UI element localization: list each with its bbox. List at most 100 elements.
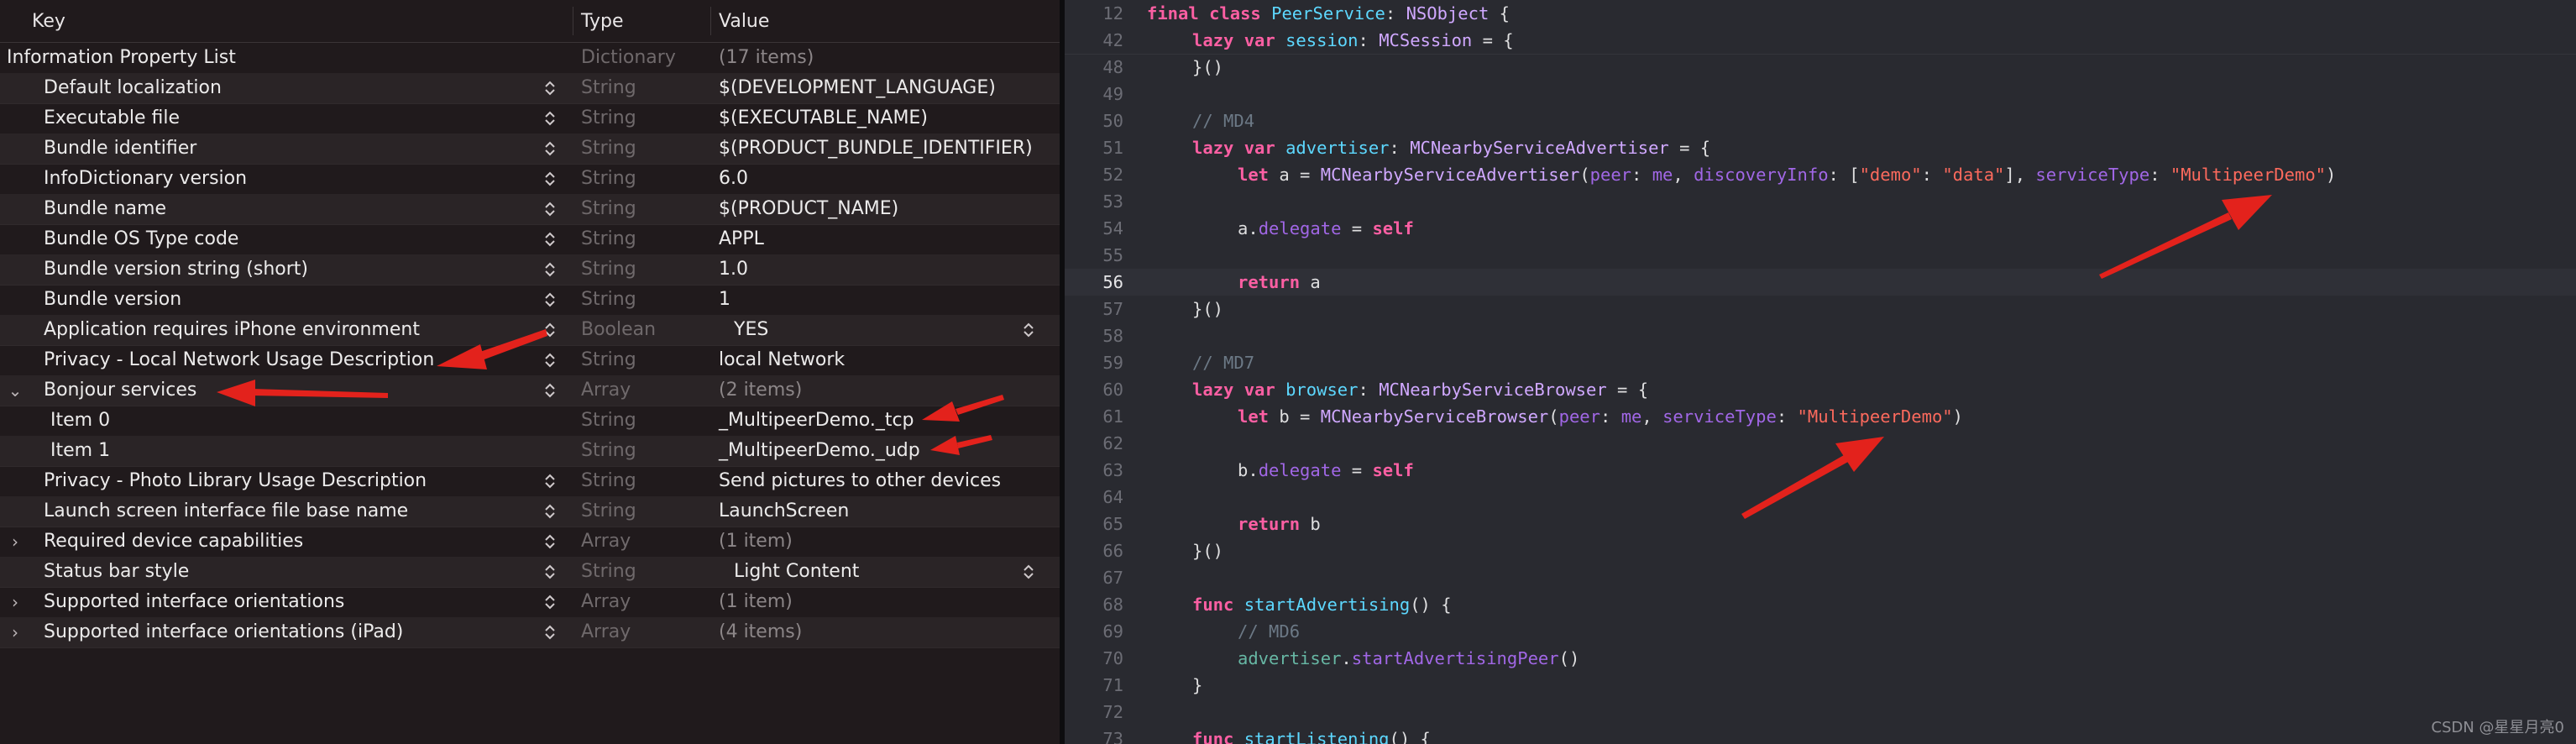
code-line[interactable]: 51 lazy var advertiser: MCNearbyServiceAd… [1065, 134, 2576, 161]
key-stepper-icon[interactable] [542, 103, 558, 134]
key-stepper-icon[interactable] [542, 527, 558, 557]
plist-key[interactable]: Required device capabilities [44, 527, 303, 557]
plist-key[interactable]: Bundle version [44, 285, 181, 315]
plist-row[interactable]: Privacy - Photo Library Usage Descriptio… [0, 466, 1060, 497]
plist-value[interactable]: $(PRODUCT_NAME) [719, 194, 898, 224]
plist-row[interactable]: Launch screen interface file base name St… [0, 496, 1060, 527]
code-line[interactable]: 62 [1065, 430, 2576, 457]
plist-value[interactable]: Send pictures to other devices [719, 466, 1001, 496]
key-stepper-icon[interactable] [542, 496, 558, 527]
key-stepper-icon[interactable] [542, 587, 558, 617]
plist-key[interactable]: Privacy - Photo Library Usage Descriptio… [44, 466, 427, 496]
plist-key[interactable]: Application requires iPhone environment [44, 315, 420, 345]
code-line[interactable]: 54 a.delegate = self [1065, 215, 2576, 242]
plist-type[interactable]: Array [581, 587, 631, 617]
plist-row[interactable]: Status bar style String Light Content [0, 557, 1060, 588]
plist-type[interactable]: Array [581, 617, 631, 647]
plist-type[interactable]: Array [581, 527, 631, 557]
plist-row[interactable]: Bundle name String $(PRODUCT_NAME) [0, 194, 1060, 225]
plist-key[interactable]: InfoDictionary version [44, 164, 247, 194]
plist-key[interactable]: Privacy - Local Network Usage Descriptio… [44, 345, 434, 375]
code-line[interactable]: 60 lazy var browser: MCNearbyServiceBrows… [1065, 376, 2576, 403]
plist-type[interactable]: String [581, 496, 636, 527]
key-column-header[interactable]: Key [32, 0, 65, 42]
plist-key[interactable]: Item 0 [50, 406, 110, 436]
plist-row[interactable]: InfoDictionary version String 6.0 [0, 164, 1060, 195]
plist-value[interactable]: Light Content [734, 557, 859, 587]
plist-value[interactable]: 6.0 [719, 164, 748, 194]
chevron-right-icon[interactable]: › [7, 527, 24, 557]
plist-type[interactable]: String [581, 557, 636, 587]
code-line[interactable]: 52 let a = MCNearbyServiceAdvertiser(peer… [1065, 161, 2576, 188]
key-stepper-icon[interactable] [542, 224, 558, 254]
plist-row[interactable]: › Required device capabilities Array (1 ite… [0, 527, 1060, 558]
chevron-down-icon[interactable]: ⌄ [7, 375, 24, 406]
code-line[interactable]: 57}() [1065, 296, 2576, 322]
code-line[interactable]: 63 b.delegate = self [1065, 457, 2576, 484]
plist-type[interactable]: String [581, 103, 636, 134]
plist-value[interactable]: (1 item) [719, 587, 793, 617]
key-stepper-icon[interactable] [542, 315, 558, 345]
chevron-right-icon[interactable]: › [7, 587, 24, 617]
plist-type[interactable]: String [581, 73, 636, 103]
code-line[interactable]: 42 lazy var session: MCSession = { [1065, 27, 2576, 55]
plist-value[interactable]: (4 items) [719, 617, 802, 647]
code-line[interactable]: 68 func startAdvertising() { [1065, 591, 2576, 618]
key-stepper-icon[interactable] [542, 194, 558, 224]
plist-type[interactable]: String [581, 224, 636, 254]
plist-row[interactable]: Bundle version string (short) String 1.0 [0, 254, 1060, 286]
plist-key[interactable]: Information Property List [7, 43, 236, 73]
plist-key[interactable]: Default localization [44, 73, 222, 103]
code-line[interactable]: 50 // MD4 [1065, 107, 2576, 134]
code-line[interactable]: 48}() [1065, 54, 2576, 81]
plist-key[interactable]: Launch screen interface file base name [44, 496, 408, 527]
plist-key[interactable]: Bonjour services [44, 375, 196, 406]
plist-value[interactable]: 1 [719, 285, 730, 315]
code-line[interactable]: 56 return a [1065, 269, 2576, 296]
plist-type[interactable]: String [581, 194, 636, 224]
key-stepper-icon[interactable] [542, 254, 558, 285]
key-stepper-icon[interactable] [542, 557, 558, 587]
plist-type[interactable]: Boolean [581, 315, 656, 345]
plist-type[interactable]: String [581, 134, 636, 164]
plist-row[interactable]: Default localization String $(DEVELOPMENT_… [0, 73, 1060, 104]
code-line[interactable]: 59 // MD7 [1065, 349, 2576, 376]
plist-row[interactable]: Bundle version String 1 [0, 285, 1060, 316]
plist-key[interactable]: Supported interface orientations [44, 587, 344, 617]
plist-row[interactable]: Item 1 String _MultipeerDemo._udp [0, 436, 1060, 467]
plist-type[interactable]: String [581, 406, 636, 436]
plist-key[interactable]: Bundle identifier [44, 134, 196, 164]
plist-type[interactable]: String [581, 466, 636, 496]
plist-value[interactable]: (1 item) [719, 527, 793, 557]
value-popup-icon[interactable] [1021, 315, 1036, 345]
value-column-header[interactable]: Value [719, 0, 769, 42]
plist-type[interactable]: String [581, 285, 636, 315]
plist-key[interactable]: Executable file [44, 103, 180, 134]
plist-row[interactable]: Executable file String $(EXECUTABLE_NAME) [0, 103, 1060, 134]
plist-row[interactable]: ⌄ Bonjour services Array (2 items) [0, 375, 1060, 406]
plist-key[interactable]: Bundle OS Type code [44, 224, 238, 254]
plist-value[interactable]: LaunchScreen [719, 496, 849, 527]
code-line[interactable]: 65 return b [1065, 511, 2576, 537]
plist-key[interactable]: Item 1 [50, 436, 110, 466]
code-line[interactable]: 73 func startListening() { [1065, 726, 2576, 744]
plist-key[interactable]: Bundle version string (short) [44, 254, 308, 285]
code-line[interactable]: 70 advertiser.startAdvertisingPeer() [1065, 645, 2576, 672]
plist-value[interactable]: $(PRODUCT_BUNDLE_IDENTIFIER) [719, 134, 1033, 164]
code-line[interactable]: 61 let b = MCNearbyServiceBrowser(peer: m… [1065, 403, 2576, 430]
plist-value[interactable]: APPL [719, 224, 764, 254]
code-line[interactable]: 53 [1065, 188, 2576, 215]
plist-value[interactable]: _MultipeerDemo._tcp [719, 406, 914, 436]
plist-row[interactable]: Item 0 String _MultipeerDemo._tcp [0, 406, 1060, 437]
code-line[interactable]: 72 [1065, 699, 2576, 726]
plist-value[interactable]: 1.0 [719, 254, 748, 285]
code-editor[interactable]: 12 final class PeerService: NSObject {42 l… [1065, 0, 2576, 744]
plist-value[interactable]: _MultipeerDemo._udp [719, 436, 920, 466]
plist-row[interactable]: Bundle OS Type code String APPL [0, 224, 1060, 255]
key-stepper-icon[interactable] [542, 134, 558, 164]
plist-value[interactable]: local Network [719, 345, 845, 375]
key-stepper-icon[interactable] [542, 617, 558, 647]
plist-value[interactable]: (17 items) [719, 43, 814, 73]
plist-type[interactable]: String [581, 436, 636, 466]
value-popup-icon[interactable] [1021, 557, 1036, 587]
